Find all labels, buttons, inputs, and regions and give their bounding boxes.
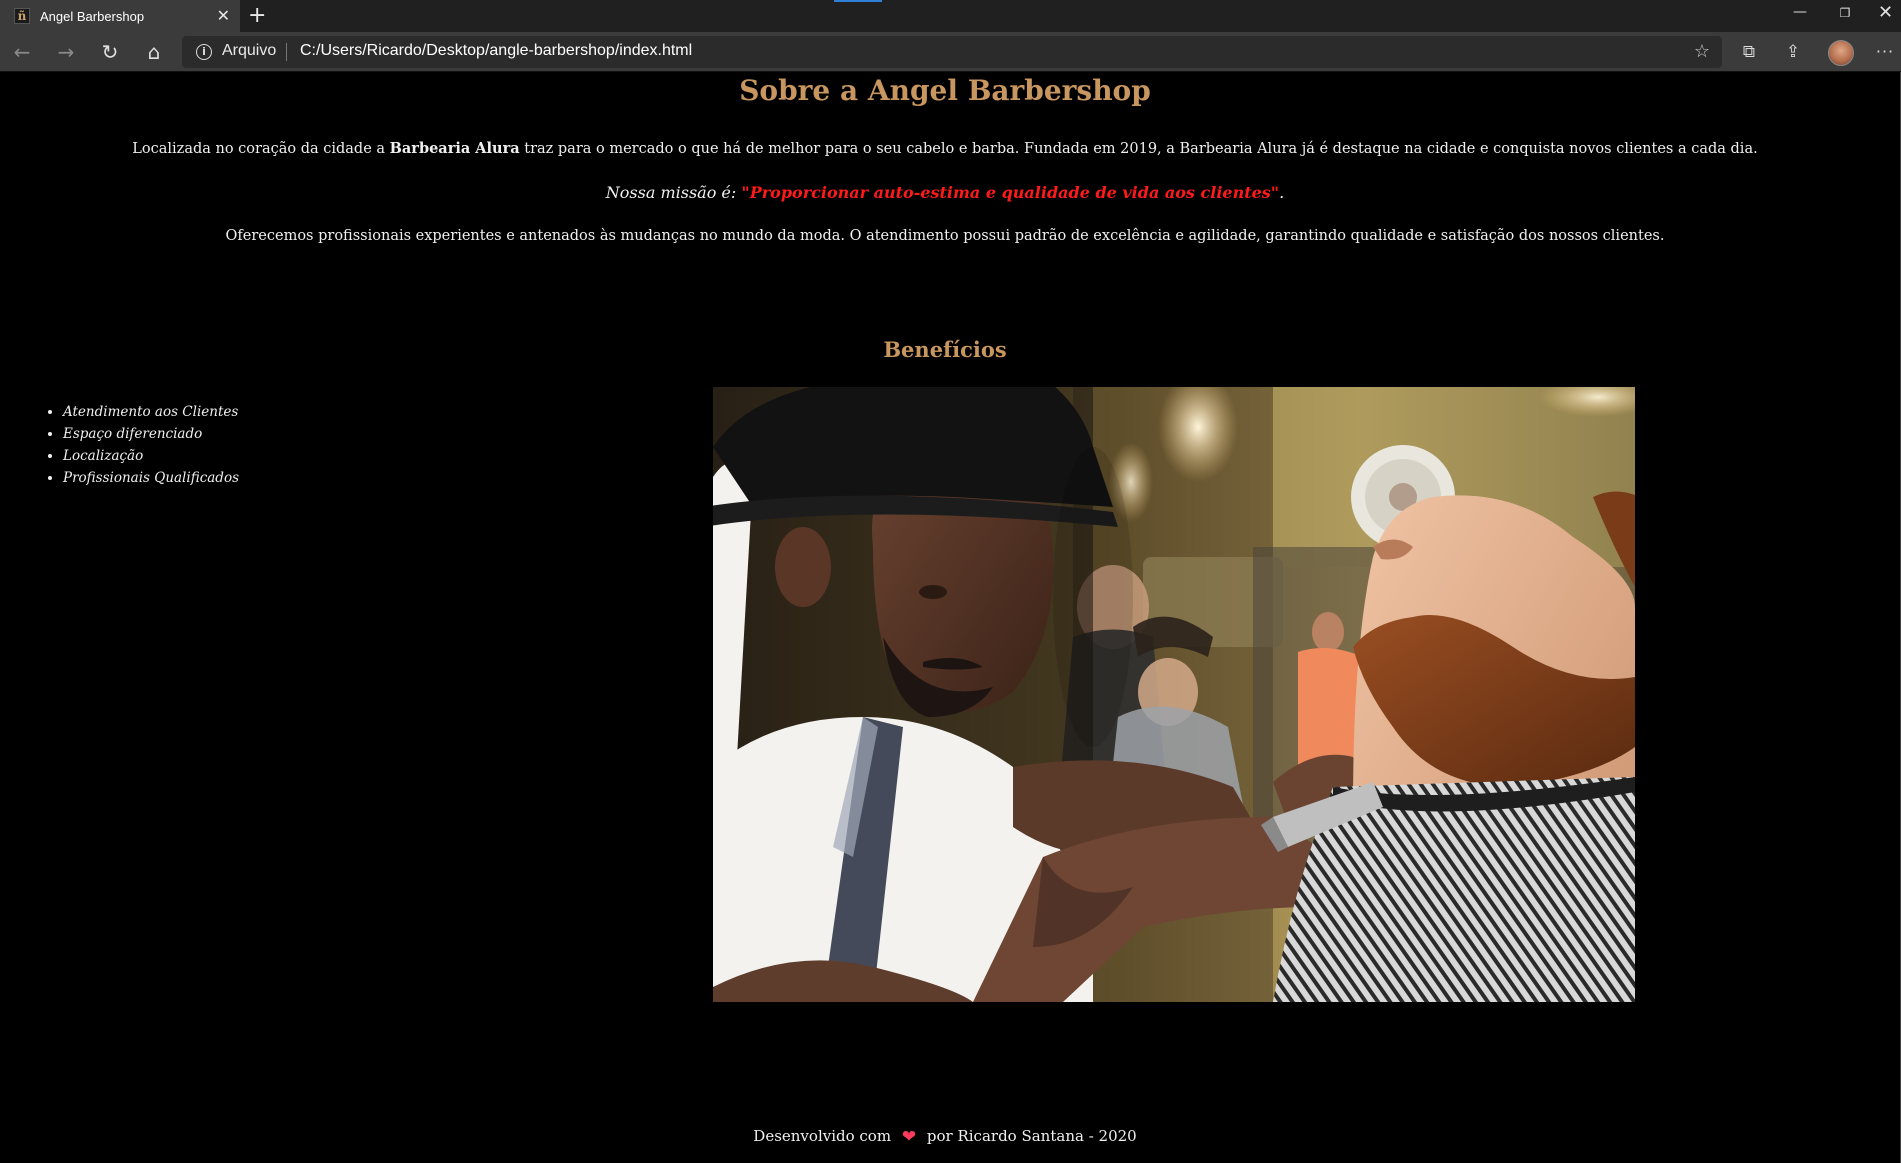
- toolbar: ← → ↻ ⌂ i Arquivo C:/Users/Ricardo/Deskt…: [0, 32, 1901, 72]
- profile-avatar[interactable]: [1828, 40, 1854, 66]
- browser-tab[interactable]: ñ Angel Barbershop ✕: [0, 0, 240, 32]
- url-text[interactable]: C:/Users/Ricardo/Desktop/angle-barbersho…: [300, 42, 692, 60]
- list-item: Atendimento aos Clientes: [63, 401, 239, 423]
- forward-button[interactable]: →: [52, 40, 80, 64]
- url-scheme-label: Arquivo: [222, 42, 277, 59]
- barber-photo: [713, 387, 1635, 1002]
- mission-label: Nossa missão é:: [605, 183, 742, 202]
- tab-title: Angel Barbershop: [40, 8, 145, 24]
- back-button[interactable]: ←: [8, 40, 36, 64]
- more-menu-icon[interactable]: ···: [1872, 40, 1898, 64]
- barber-photo-illustration: [713, 387, 1635, 1002]
- minimize-button[interactable]: —: [1780, 4, 1820, 20]
- heart-icon: ❤: [901, 1127, 917, 1147]
- intro-text-before: Localizada no coração da cidade a: [132, 141, 390, 157]
- window-accent-line: [834, 0, 882, 2]
- benefits-title: Benefícios: [883, 337, 1007, 362]
- new-tab-button[interactable]: +: [248, 4, 266, 28]
- mission-quote: "Proporcionar auto-estima e qualidade de…: [741, 183, 1280, 202]
- footer: Desenvolvido com ❤ por Ricardo Santana -…: [0, 1127, 1890, 1147]
- list-item: Profissionais Qualificados: [63, 467, 239, 489]
- page-title: Sobre a Angel Barbershop: [739, 74, 1151, 107]
- offer-paragraph: Oferecemos profissionais experientes e a…: [225, 228, 1665, 244]
- tab-bar: ñ Angel Barbershop ✕ + — ❐ ✕: [0, 0, 1901, 32]
- page-content: Sobre a Angel Barbershop Localizada no c…: [0, 72, 1901, 1163]
- site-info-icon[interactable]: i: [196, 44, 212, 60]
- intro-text-after: traz para o mercado o que há de melhor p…: [519, 141, 1758, 157]
- favicon-icon: ñ: [14, 8, 30, 24]
- intro-paragraph: Localizada no coração da cidade a Barbea…: [0, 140, 1890, 157]
- footer-text-before: Desenvolvido com: [753, 1127, 892, 1145]
- mission-end: .: [1279, 183, 1285, 202]
- list-item: Localização: [63, 445, 239, 467]
- intro-text-bold: Barbearia Alura: [389, 140, 520, 157]
- favorite-star-icon[interactable]: ☆: [1694, 41, 1710, 62]
- close-window-button[interactable]: ✕: [1870, 2, 1901, 23]
- benefits-list: Atendimento aos Clientes Espaço diferenc…: [44, 401, 239, 489]
- collections-icon[interactable]: ⧉: [1736, 40, 1762, 64]
- reload-button[interactable]: ↻: [96, 40, 124, 64]
- share-icon[interactable]: ⇪: [1780, 40, 1806, 64]
- footer-text-after: por Ricardo Santana - 2020: [926, 1127, 1137, 1145]
- mission-paragraph: Nossa missão é: "Proporcionar auto-estim…: [0, 183, 1890, 202]
- tab-close-icon[interactable]: ✕: [217, 7, 230, 25]
- home-button[interactable]: ⌂: [140, 40, 168, 64]
- address-bar[interactable]: i Arquivo C:/Users/Ricardo/Desktop/angle…: [182, 36, 1722, 68]
- list-item: Espaço diferenciado: [63, 423, 239, 445]
- url-separator: [286, 43, 287, 61]
- maximize-button[interactable]: ❐: [1825, 6, 1865, 20]
